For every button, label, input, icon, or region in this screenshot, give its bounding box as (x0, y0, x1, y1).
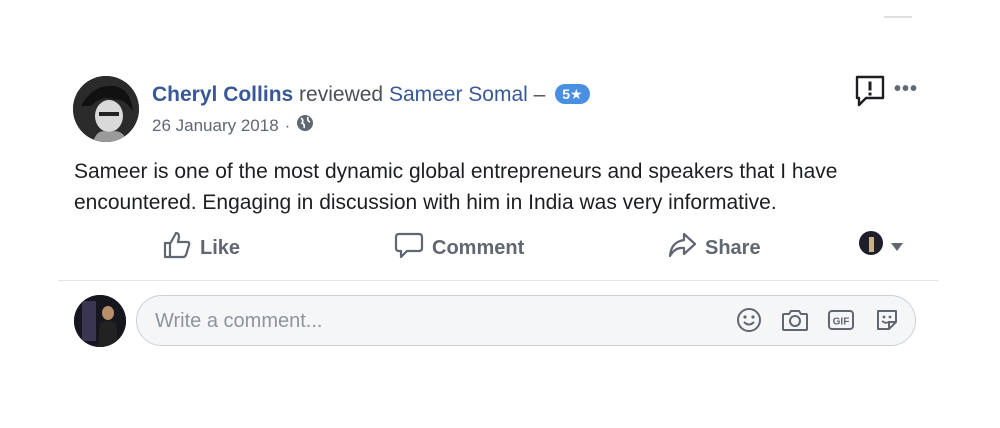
author-avatar[interactable] (73, 76, 139, 142)
author-name-link[interactable]: Cheryl Collins (152, 83, 293, 106)
share-label: Share (705, 236, 761, 259)
caret-down-icon (890, 235, 904, 258)
thumbs-up-icon (162, 230, 192, 266)
viewer-avatar[interactable] (74, 295, 126, 347)
share-arrow-icon (667, 230, 697, 266)
actions-divider (58, 280, 938, 281)
react-as-selector[interactable] (858, 230, 904, 262)
post-text: Sameer is one of the most dynamic global… (74, 160, 838, 214)
post-meta: 26 January 2018 · (152, 114, 314, 137)
action-bar: Like Comment Share (60, 230, 940, 266)
post-date-link[interactable]: 26 January 2018 (152, 116, 279, 136)
like-button[interactable]: Like (162, 230, 240, 266)
action-text: reviewed (299, 83, 384, 106)
subject-name-link[interactable]: Sameer Somal (389, 83, 528, 106)
camera-icon[interactable] (781, 306, 809, 334)
like-label: Like (200, 236, 241, 259)
post-header: Cheryl Collins reviewed Sameer Somal – 5… (152, 82, 590, 108)
emoji-icon[interactable] (735, 306, 763, 334)
share-button[interactable]: Share (667, 230, 761, 266)
report-icon[interactable] (854, 74, 886, 108)
more-options-icon[interactable]: ••• (894, 78, 918, 101)
comment-input[interactable] (153, 296, 717, 347)
mini-avatar (858, 230, 884, 262)
gif-label: GIF (833, 317, 850, 328)
sticker-icon[interactable] (873, 306, 901, 334)
speech-bubble-icon (394, 230, 424, 266)
meta-dot: · (284, 115, 291, 135)
rating-badge: 5★ (555, 84, 590, 104)
top-divider (884, 16, 912, 18)
header-separator: – (533, 83, 546, 106)
comment-button[interactable]: Comment (394, 230, 524, 266)
globe-icon[interactable] (296, 114, 314, 137)
gif-icon[interactable]: GIF (827, 306, 855, 334)
comment-tools: GIF (735, 306, 901, 334)
comment-label: Comment (432, 236, 525, 259)
comment-box[interactable]: GIF (136, 295, 916, 347)
